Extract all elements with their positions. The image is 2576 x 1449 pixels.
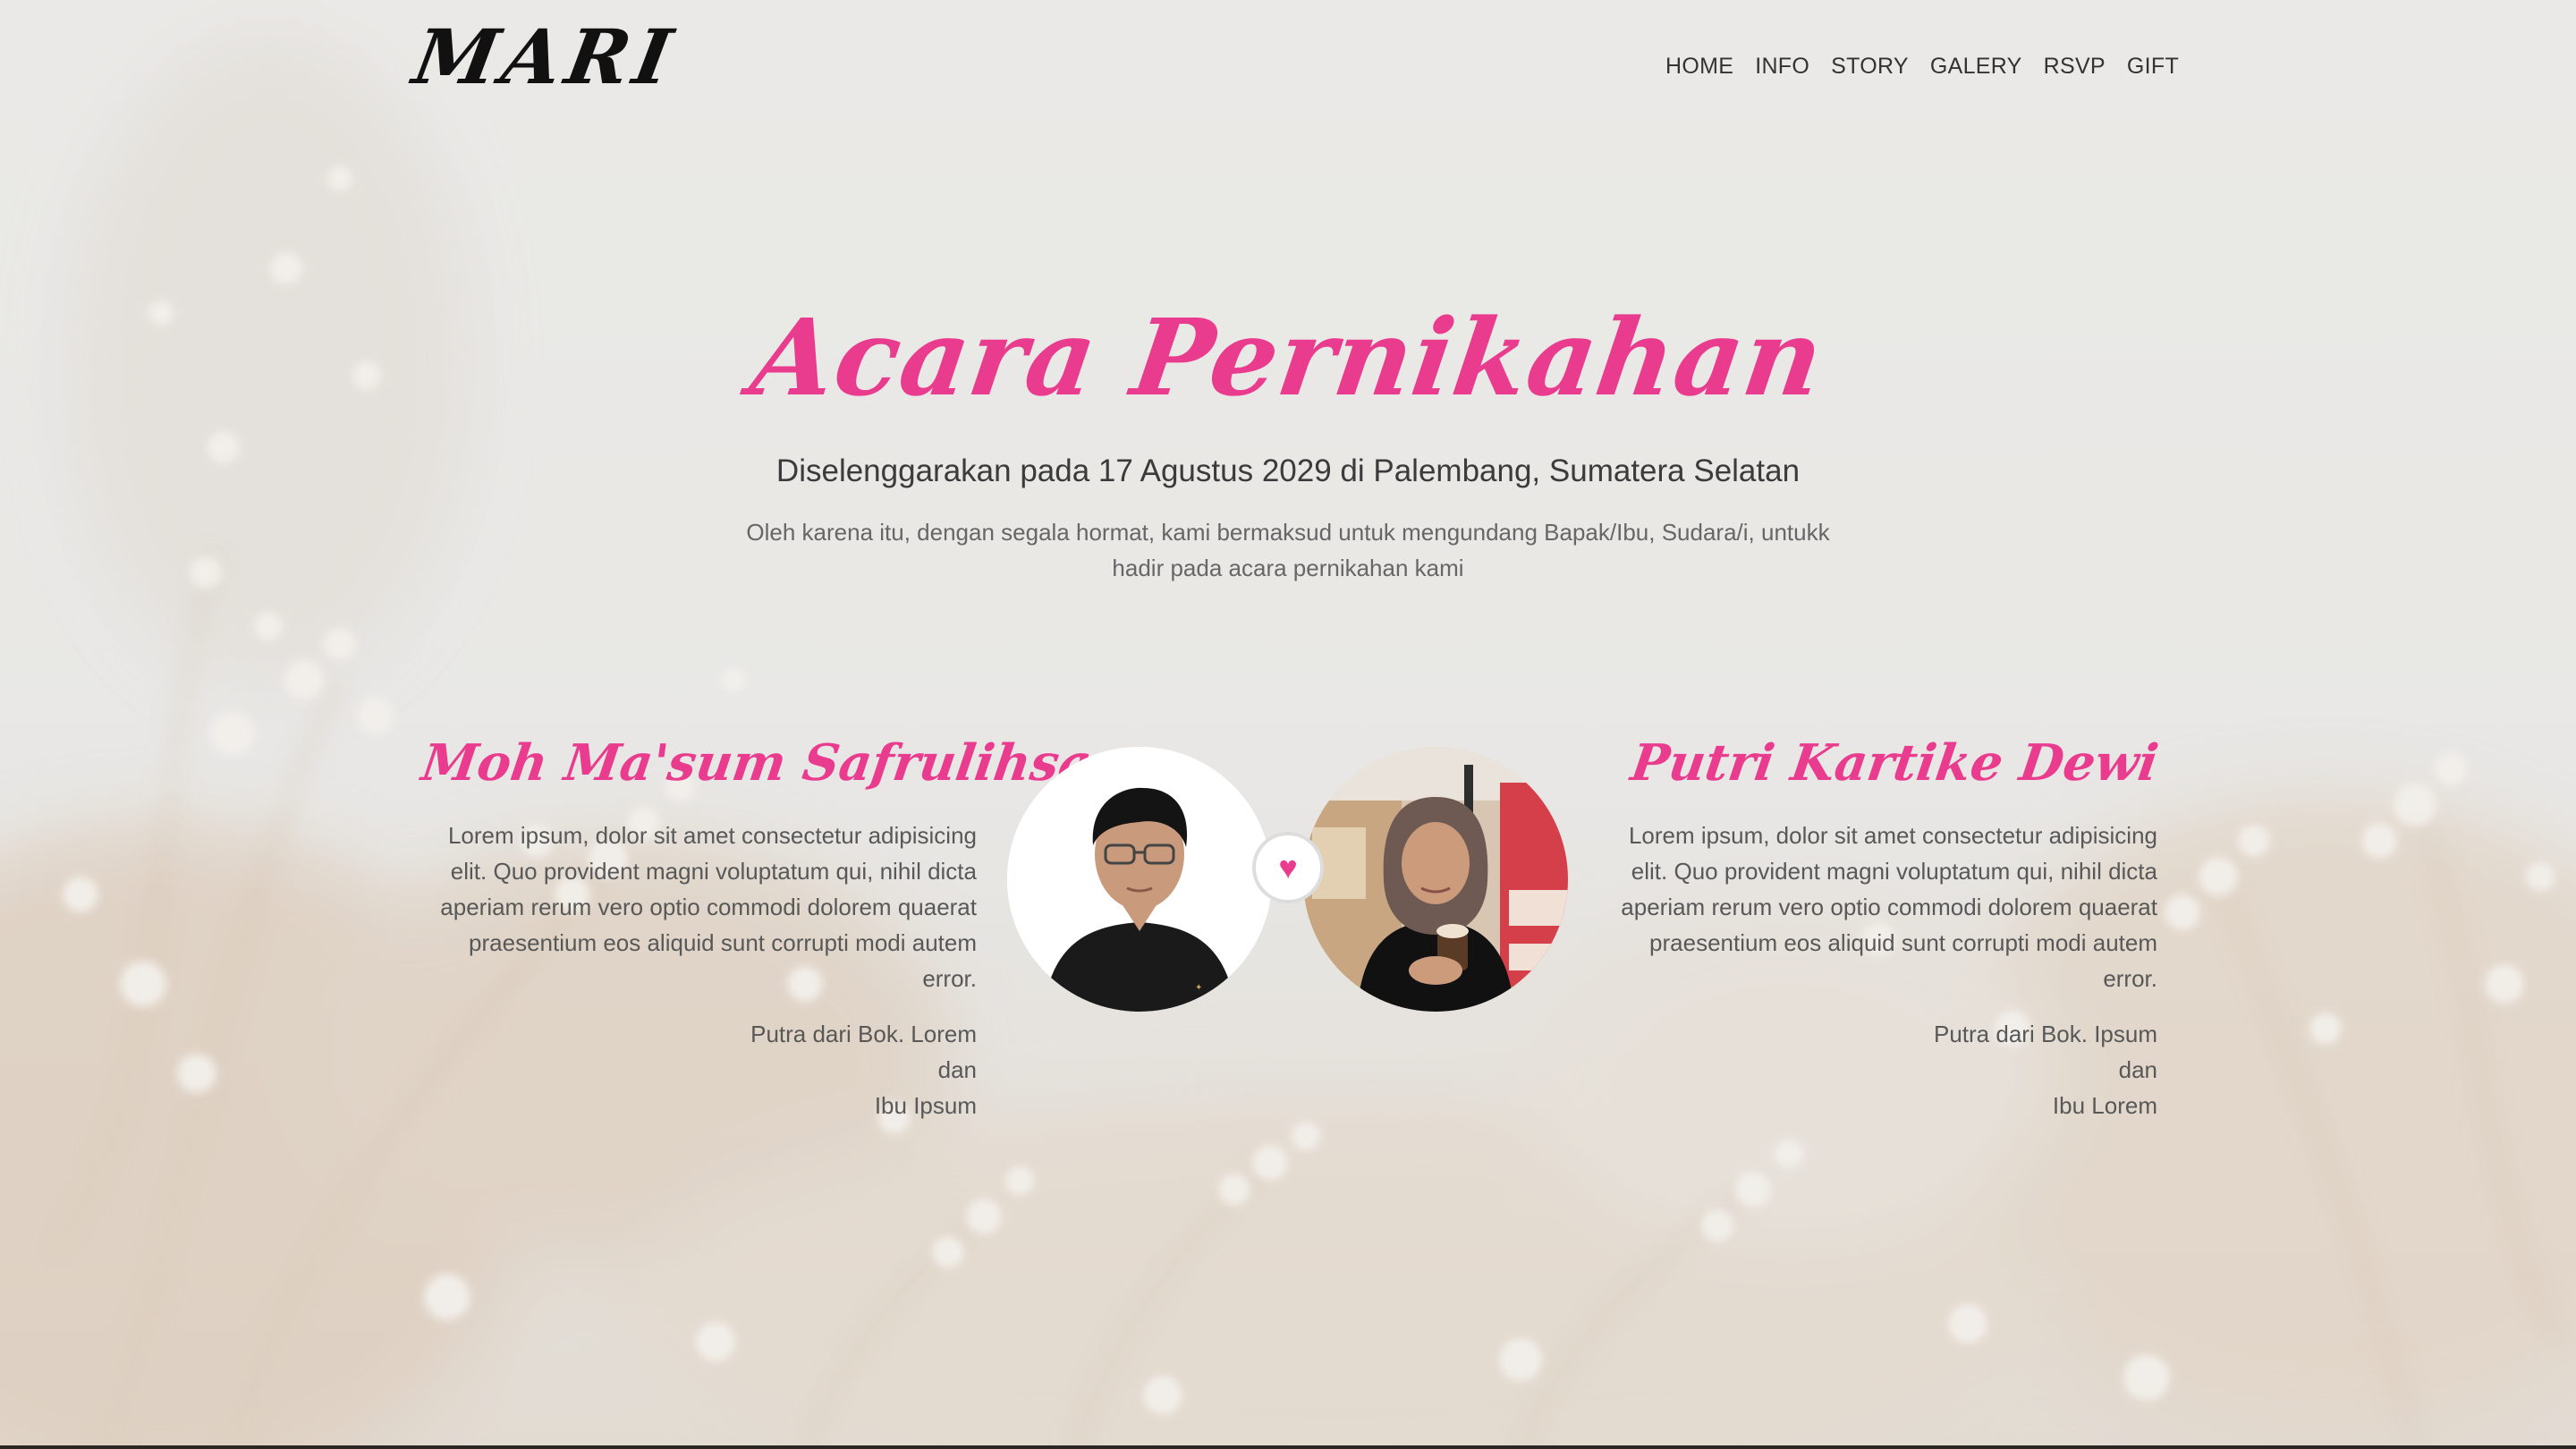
floral-background — [0, 0, 2576, 1449]
bride-info: Putri Kartike Dewi Lorem ipsum, dolor si… — [1603, 733, 2161, 1123]
groom-photo: ✦ — [1007, 747, 1272, 1012]
hero-section: Acara Pernikahan Diselenggarakan pada 17… — [0, 295, 2576, 586]
groom-parent-2: Ibu Ipsum — [874, 1092, 977, 1119]
groom-name: Moh Ma'sum Safrulihsan — [418, 733, 1132, 792]
brand-logo[interactable]: MARI — [407, 13, 683, 101]
nav-galery[interactable]: GALERY — [1919, 54, 2033, 80]
heart-icon: ♥ — [1252, 832, 1324, 903]
groom-bio: Lorem ipsum, dolor sit amet consectetur … — [440, 822, 977, 992]
nav-story[interactable]: STORY — [1820, 54, 1919, 80]
groom-parents: Putra dari Bok. Lorem dan Ibu Ipsum — [422, 1016, 977, 1123]
main-nav: HOME INFO STORY GALERY RSVP GIFT — [1655, 54, 2190, 80]
groom-parent-1: Putra dari Bok. Lorem — [750, 1021, 977, 1047]
nav-info[interactable]: INFO — [1744, 54, 1820, 80]
hero-subtitle: Diselenggarakan pada 17 Agustus 2029 di … — [775, 453, 1801, 488]
bride-photo — [1303, 747, 1568, 1012]
bride-bio: Lorem ipsum, dolor sit amet consectetur … — [1621, 822, 2157, 992]
bride-conjunction: dan — [2118, 1056, 2157, 1083]
navbar: MARI HOME INFO STORY GALERY RSVP GIFT — [0, 0, 2576, 134]
hero-invitation-text: Oleh karena itu, dengan segala hormat, k… — [746, 519, 1830, 581]
hero-title: Acara Pernikahan — [744, 295, 1832, 419]
groom-info: Moh Ma'sum Safrulihsan Lorem ipsum, dolo… — [418, 733, 1131, 1123]
bride-parents: Putra dari Bok. Ipsum dan Ibu Lorem — [1603, 1016, 2157, 1123]
bride-parent-2: Ibu Lorem — [2052, 1092, 2157, 1119]
nav-home[interactable]: HOME — [1655, 54, 1744, 80]
bride-parent-1: Putra dari Bok. Ipsum — [1934, 1021, 2157, 1047]
nav-rsvp[interactable]: RSVP — [2033, 54, 2116, 80]
bride-name: Putri Kartike Dewi — [1627, 733, 2162, 792]
groom-conjunction: dan — [937, 1056, 977, 1083]
bottom-border — [0, 1445, 2576, 1449]
svg-text:✦: ✦ — [1195, 983, 1202, 993]
nav-gift[interactable]: GIFT — [2116, 54, 2190, 80]
